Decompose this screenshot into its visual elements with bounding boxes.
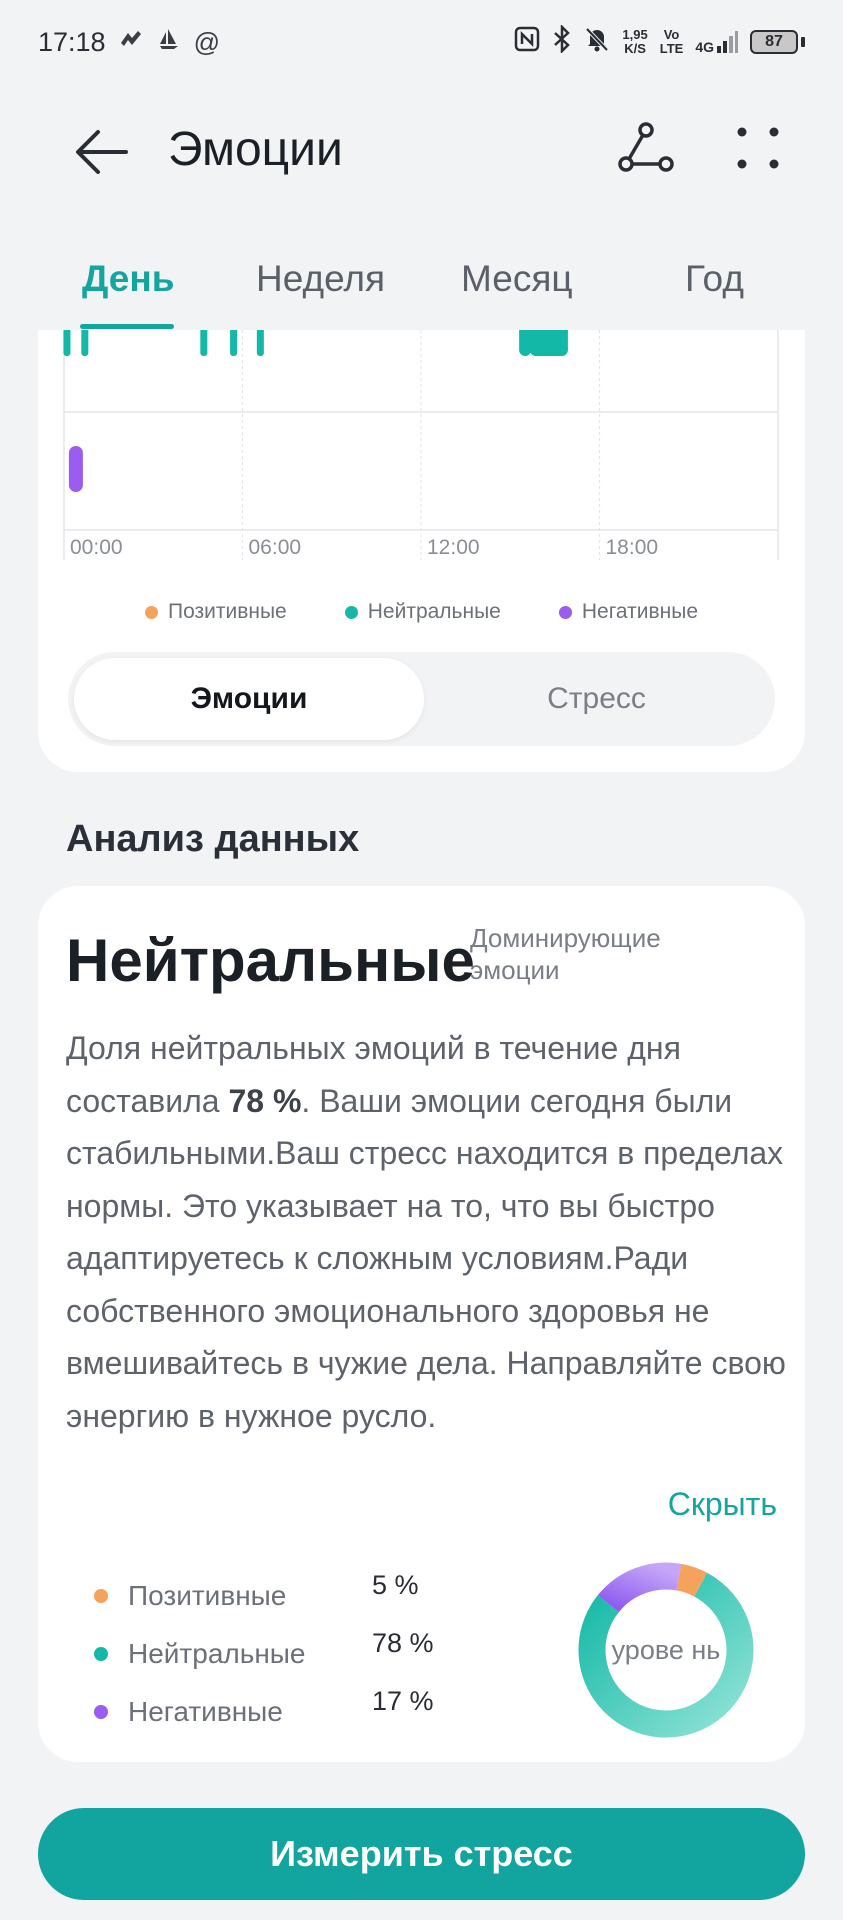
- mute-icon: [584, 26, 610, 59]
- share-button[interactable]: [616, 118, 676, 178]
- signal-indicator: 4G: [695, 30, 738, 54]
- negative-dot: [94, 1705, 108, 1719]
- status-right: 1,95 K/S Vo LTE 4G 87: [514, 23, 805, 60]
- neutral-bar: [81, 330, 89, 356]
- neutral-bar: [519, 330, 532, 356]
- positive-dot: [94, 1589, 108, 1603]
- hide-link[interactable]: Скрыть: [668, 1486, 777, 1523]
- app-notification-icon: [118, 27, 144, 58]
- neutral-bar: [230, 330, 238, 356]
- arrow-left-icon: [76, 130, 128, 174]
- chart-legend: Позитивные Нейтральные Негативные: [38, 592, 805, 632]
- status-left: 17:18 @: [38, 26, 220, 59]
- emotion-timeline-chart: 00:00 06:00 12:00 18:00: [63, 330, 779, 560]
- measure-stress-button[interactable]: Измерить стресс: [38, 1808, 805, 1900]
- neutral-bar: [256, 330, 264, 356]
- breakdown-row-neutral: Нейтральные 78 %: [94, 1628, 494, 1674]
- donut-center-label: урове нь: [611, 1635, 721, 1665]
- tab-day[interactable]: День: [82, 258, 174, 300]
- breakdown-row-negative: Негативные 17 %: [94, 1686, 494, 1732]
- x-tick-label: 12:00: [427, 536, 480, 559]
- back-button[interactable]: [74, 124, 130, 180]
- page-title: Эмоции: [168, 123, 343, 176]
- x-tick-label: 06:00: [249, 536, 302, 559]
- analysis-card: Нейтральные Доминирующие эмоции Доля ней…: [38, 886, 805, 1762]
- neutral-dot: [344, 605, 358, 619]
- legend-neutral: Нейтральные: [344, 592, 501, 632]
- emotion-donut: урове нь: [578, 1562, 754, 1738]
- breakdown-row-positive: Позитивные 5 %: [94, 1570, 494, 1616]
- volte-indicator: Vo LTE: [659, 27, 684, 56]
- legend-positive: Позитивные: [144, 592, 287, 632]
- dots-grid-icon: [737, 127, 779, 169]
- clock: 17:18: [38, 26, 106, 57]
- neutral-bar: [200, 330, 208, 356]
- x-tick-label: 18:00: [606, 536, 659, 559]
- neutral-dot: [94, 1647, 108, 1661]
- positive-dot: [144, 605, 158, 619]
- active-tab-indicator: [80, 324, 174, 329]
- dominant-emotion-label: Доминирующие эмоции: [470, 923, 661, 985]
- data-analysis-title: Анализ данных: [66, 818, 360, 860]
- dominant-emotion: Нейтральные: [66, 927, 475, 994]
- signal-bars-icon: [717, 31, 738, 53]
- share-icon: [618, 122, 674, 172]
- neutral-bar: [529, 330, 568, 356]
- period-tabs: День Неделя Месяц Год: [0, 248, 843, 338]
- analysis-description: Доля нейтральных эмоций в течение дня со…: [66, 1030, 786, 1434]
- legend-negative: Негативные: [558, 592, 698, 632]
- mode-stress[interactable]: Стресс: [424, 658, 769, 740]
- network-speed: 1,95 K/S: [622, 27, 648, 56]
- sail-icon: [156, 26, 182, 59]
- tab-week[interactable]: Неделя: [256, 258, 385, 300]
- negative-dot: [558, 605, 572, 619]
- app-header: Эмоции: [0, 84, 843, 220]
- negative-bar: [68, 446, 83, 492]
- x-tick-label: 00:00: [70, 536, 123, 559]
- nfc-icon: [514, 26, 540, 59]
- mode-emotions[interactable]: Эмоции: [74, 658, 424, 740]
- at-sign-icon: @: [193, 26, 220, 57]
- battery-icon: 87: [750, 30, 805, 54]
- emotion-chart-card: 00:00 06:00 12:00 18:00 Позитивные Нейтраль…: [38, 330, 805, 772]
- neutral-bar: [63, 330, 71, 356]
- bluetooth-icon: [552, 23, 572, 60]
- tab-year[interactable]: Год: [685, 258, 744, 300]
- status-bar: 17:18 @ 1,95 K/S Vo LTE 4G 87: [0, 0, 843, 84]
- tab-month[interactable]: Месяц: [461, 258, 573, 300]
- more-options-button[interactable]: [732, 122, 784, 174]
- chart-mode-toggle: Эмоции Стресс: [68, 652, 775, 746]
